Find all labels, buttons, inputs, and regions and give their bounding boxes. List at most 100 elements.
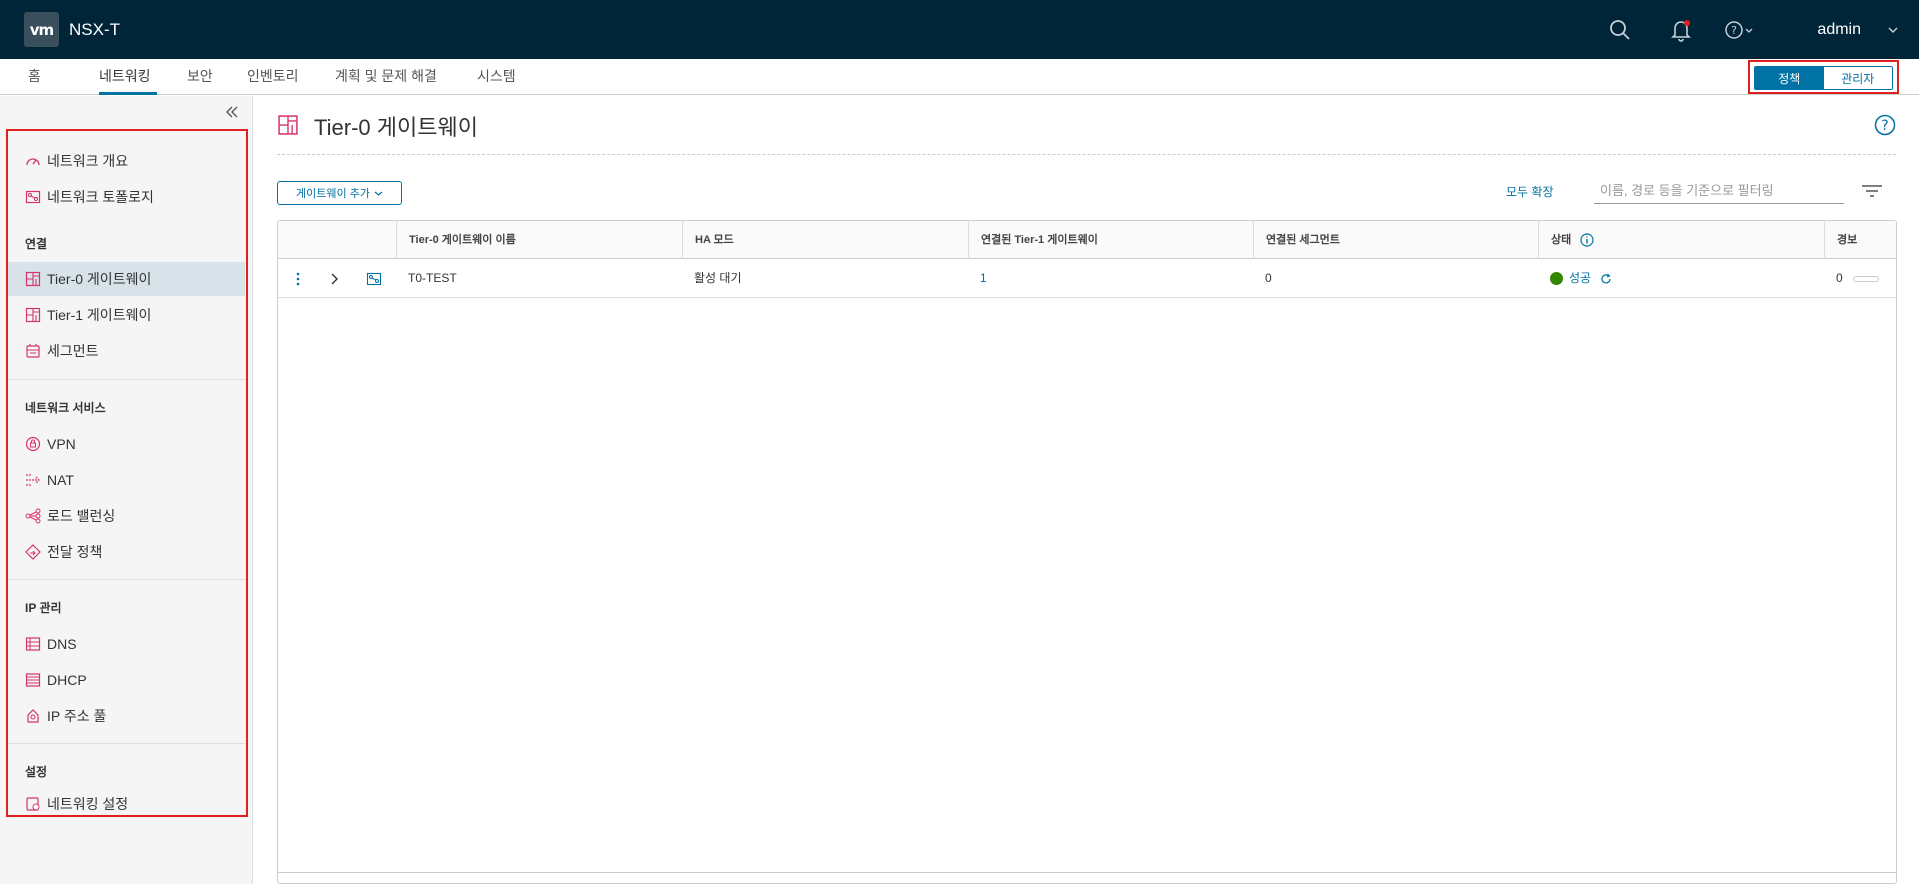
topology-icon[interactable] xyxy=(366,259,390,297)
column-header-tier1[interactable]: 연결된 Tier-1 게이트웨이 xyxy=(968,221,1253,259)
table-header: Tier-0 게이트웨이 이름 HA 모드 연결된 Tier-1 게이트웨이 연… xyxy=(278,221,1896,259)
sidebar-item-label: 전달 정책 xyxy=(47,544,103,560)
policy-mode-button[interactable]: 정책 xyxy=(1755,67,1824,89)
collapse-sidebar-icon[interactable] xyxy=(224,104,240,125)
sidebar-item-dns[interactable]: DNS xyxy=(7,627,245,661)
top-header: vm NSX-T ? admin xyxy=(0,0,1919,59)
sidebar-item-ip-address-pool[interactable]: IP 주소 풀 xyxy=(7,699,245,733)
gauge-icon xyxy=(26,158,40,166)
main-content: Tier-0 게이트웨이 ? 게이트웨이 추가 모두 확장 Tier-0 게이트… xyxy=(254,96,1919,884)
info-icon[interactable] xyxy=(1580,233,1594,247)
success-status-icon xyxy=(1550,272,1563,286)
tab-inventory[interactable]: 인벤토리 xyxy=(247,59,299,95)
sidebar-item-label: Tier-1 게이트웨이 xyxy=(47,307,152,323)
sidebar-item-label: VPN xyxy=(47,436,76,452)
column-header-name[interactable]: Tier-0 게이트웨이 이름 xyxy=(396,221,682,259)
status-text: 성공 xyxy=(1569,271,1592,285)
sidebar-item-vpn[interactable]: VPN xyxy=(7,427,245,461)
manager-mode-button[interactable]: 관리자 xyxy=(1823,67,1892,89)
expand-all-link[interactable]: 모두 확장 xyxy=(1506,183,1554,200)
sidebar-section-network-services: 네트워크 서비스 xyxy=(25,401,106,415)
table-row[interactable]: T0-TEST 활성 대기 1 0 성공 0 xyxy=(278,259,1896,298)
help-menu-icon[interactable]: ? xyxy=(1724,0,1758,59)
status-header-label: 상태 xyxy=(1551,234,1572,246)
dns-icon xyxy=(25,637,41,651)
title-divider xyxy=(277,154,1896,155)
chevron-down-icon xyxy=(374,191,383,196)
sidebar-item-label: 네트워크 토폴로지 xyxy=(47,189,154,205)
sidebar-item-network-topology[interactable]: 네트워크 토폴로지 xyxy=(7,180,245,214)
add-gateway-button[interactable]: 게이트웨이 추가 xyxy=(277,181,402,205)
alarms-cell: 0 xyxy=(1824,259,1896,297)
sidebar-item-label: IP 주소 풀 xyxy=(47,708,107,724)
nat-icon xyxy=(26,474,40,486)
tab-networking[interactable]: 네트워킹 xyxy=(99,59,157,95)
sidebar-divider xyxy=(7,579,245,580)
segment-icon xyxy=(26,344,40,358)
sidebar-item-label: 네트워킹 설정 xyxy=(47,796,129,812)
alarm-count: 0 xyxy=(1836,271,1843,285)
sidebar-item-tier1-gateway[interactable]: Tier-1 게이트웨이 xyxy=(7,298,245,332)
help-icon[interactable]: ? xyxy=(1874,114,1896,140)
sidebar-item-segments[interactable]: 세그먼트 xyxy=(7,334,245,368)
status-cell: 성공 xyxy=(1538,259,1824,297)
filter-input[interactable] xyxy=(1594,178,1844,204)
ip-pool-icon xyxy=(27,709,39,723)
segments-count-cell: 0 xyxy=(1265,271,1272,285)
column-header-alarms[interactable]: 경보 xyxy=(1824,221,1896,259)
gateway-name-cell: T0-TEST xyxy=(408,271,457,285)
sidebar-item-networking-settings[interactable]: 네트워킹 설정 xyxy=(7,791,245,817)
sidebar-item-label: NAT xyxy=(47,472,74,488)
column-header-segments[interactable]: 연결된 세그먼트 xyxy=(1253,221,1538,259)
row-actions-icon[interactable] xyxy=(286,259,310,297)
dhcp-icon xyxy=(25,673,41,687)
refresh-icon[interactable] xyxy=(1600,273,1612,285)
sidebar-item-dhcp[interactable]: DHCP xyxy=(7,663,245,697)
load-balancer-icon xyxy=(25,508,41,524)
svg-text:?: ? xyxy=(1881,118,1888,134)
app-title: NSX-T xyxy=(69,19,120,39)
sidebar-item-nat[interactable]: NAT xyxy=(7,463,245,497)
settings-icon xyxy=(26,797,40,811)
tab-system[interactable]: 시스템 xyxy=(477,59,516,95)
vpn-icon xyxy=(25,436,41,452)
username: admin xyxy=(1817,20,1861,38)
gateway-icon xyxy=(277,114,299,140)
filter-icon[interactable] xyxy=(1861,183,1883,202)
topology-icon xyxy=(25,190,41,204)
sidebar-item-tier0-gateway[interactable]: Tier-0 게이트웨이 xyxy=(7,262,245,296)
tier1-count-link[interactable]: 1 xyxy=(968,259,1253,297)
gateways-table: Tier-0 게이트웨이 이름 HA 모드 연결된 Tier-1 게이트웨이 연… xyxy=(277,220,1897,884)
tab-home[interactable]: 홈 xyxy=(28,59,41,95)
sidebar-item-forwarding-policy[interactable]: 전달 정책 xyxy=(7,535,245,569)
sidebar-section-settings: 설정 xyxy=(25,765,48,779)
search-icon[interactable] xyxy=(1608,0,1632,59)
sidebar-item-label: DNS xyxy=(47,636,77,652)
sidebar: 네트워크 개요 네트워크 토폴로지 연결 Tier-0 게이트웨이 Tier-1… xyxy=(0,96,253,884)
sidebar-item-label: 세그먼트 xyxy=(47,343,99,359)
column-header-ha-mode[interactable]: HA 모드 xyxy=(682,221,968,259)
chevron-down-icon xyxy=(1888,27,1898,33)
user-menu[interactable]: admin xyxy=(1817,0,1899,59)
expand-row-chevron-icon[interactable] xyxy=(330,259,350,297)
gateway-icon xyxy=(25,307,41,323)
forwarding-policy-icon xyxy=(25,544,41,560)
sidebar-item-label: 네트워크 개요 xyxy=(47,153,129,169)
tab-security[interactable]: 보안 xyxy=(187,59,213,95)
table-footer-divider xyxy=(278,872,1896,873)
tab-plan-troubleshoot[interactable]: 계획 및 문제 해결 xyxy=(335,59,437,95)
sidebar-divider xyxy=(7,743,245,744)
mode-toggle-highlight: 정책 관리자 xyxy=(1748,60,1899,94)
sidebar-item-network-overview[interactable]: 네트워크 개요 xyxy=(7,144,245,178)
gateway-icon xyxy=(25,271,41,287)
sidebar-item-load-balancing[interactable]: 로드 밸런싱 xyxy=(7,499,245,533)
alarm-bar xyxy=(1852,275,1879,282)
ha-mode-cell: 활성 대기 xyxy=(694,271,742,285)
main-nav: 홈 네트워킹 보안 인벤토리 계획 및 문제 해결 시스템 xyxy=(0,59,1919,95)
sidebar-item-label: Tier-0 게이트웨이 xyxy=(47,271,152,287)
notification-bell-icon[interactable] xyxy=(1668,0,1694,59)
column-header-status[interactable]: 상태 xyxy=(1538,221,1824,259)
add-gateway-label: 게이트웨이 추가 xyxy=(296,188,370,200)
sidebar-item-label: 로드 밸런싱 xyxy=(47,508,116,524)
sidebar-section-ip-management: IP 관리 xyxy=(25,601,62,615)
